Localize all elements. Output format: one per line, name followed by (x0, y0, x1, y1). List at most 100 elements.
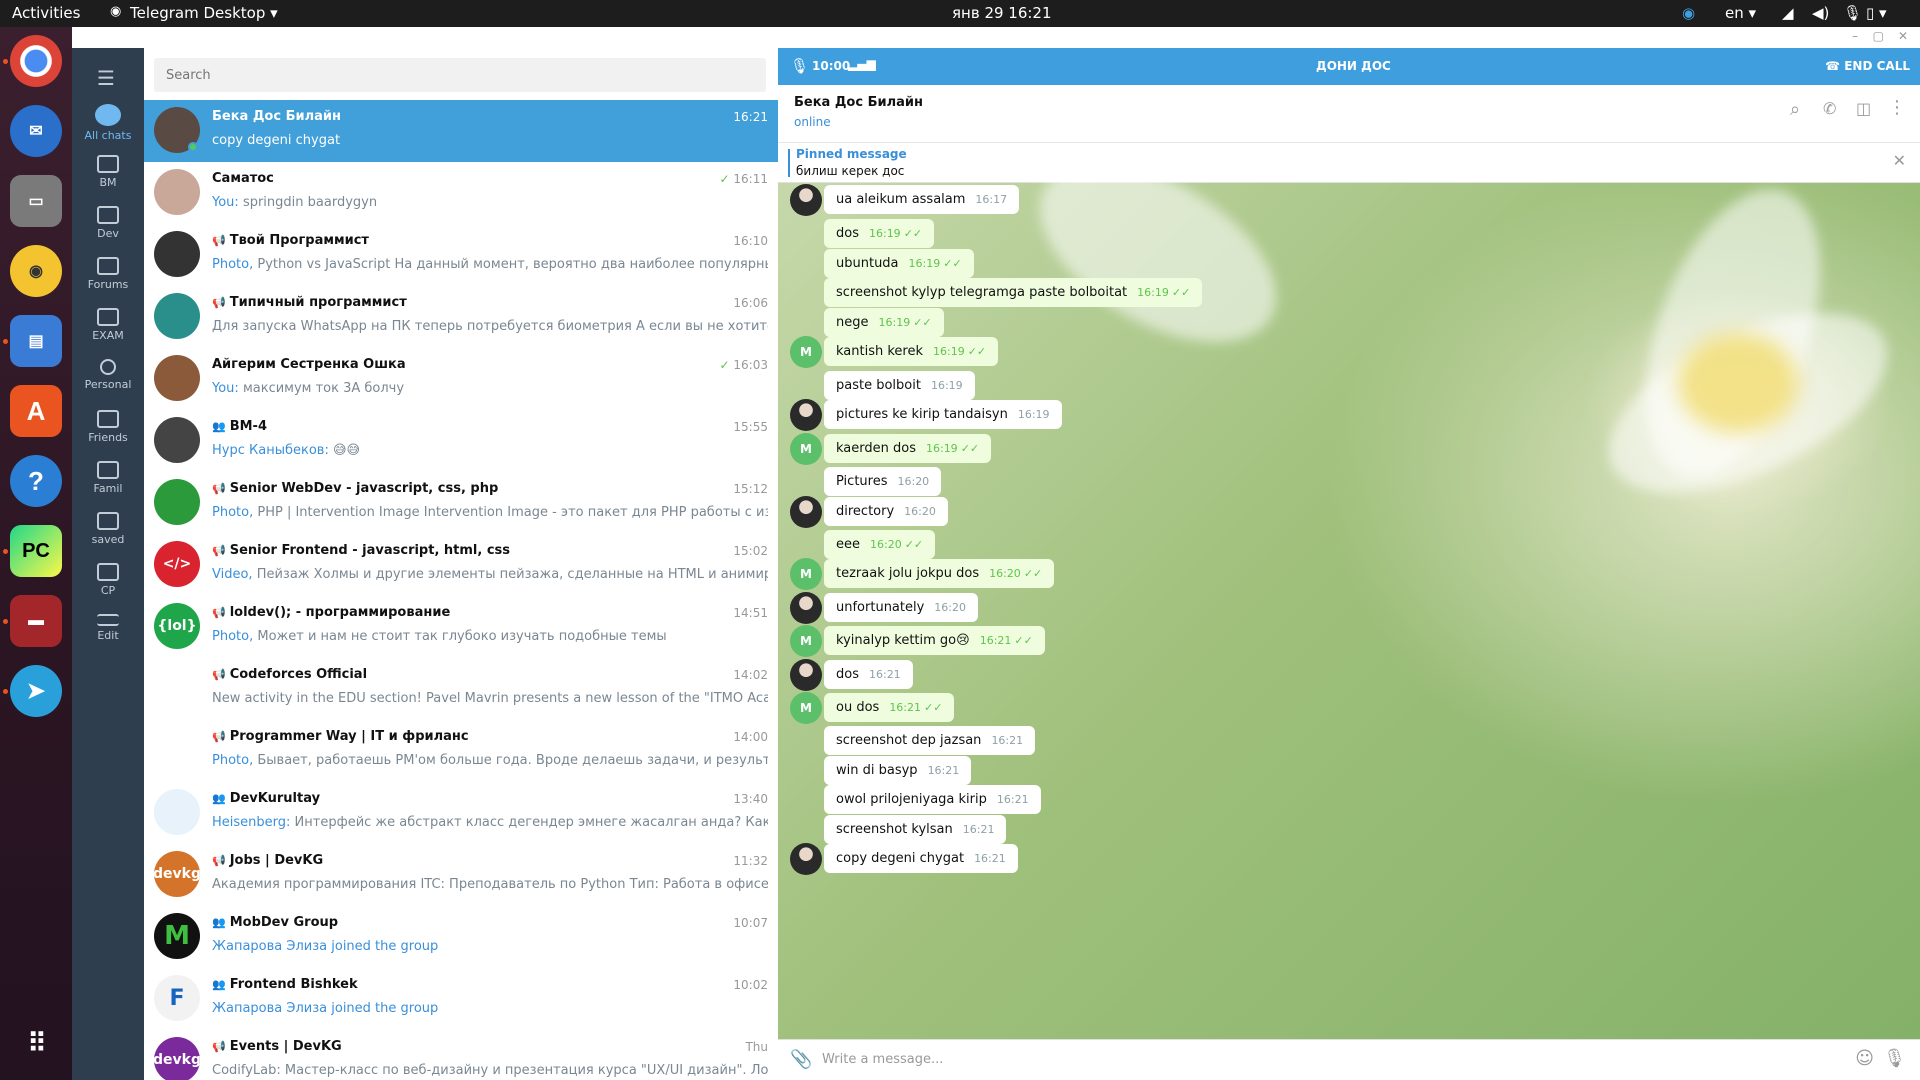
chat-name: Саматос (212, 171, 274, 186)
message-bubble[interactable]: screenshot kylyp telegramga paste bolboi… (824, 278, 1203, 307)
message-bubble[interactable]: win di basyp 16:21 (824, 756, 972, 785)
wifi-icon[interactable]: ◢ (1782, 4, 1794, 22)
message-bubble[interactable]: owol prilojeniyaga kirip 16:21 (824, 785, 1041, 814)
writer-icon[interactable]: ▤ (10, 315, 62, 367)
folder-tab-saved[interactable]: saved (72, 512, 144, 546)
rhythmbox-icon[interactable]: ◉ (10, 245, 62, 297)
folder-tab-friends[interactable]: Friends (72, 410, 144, 444)
chat-row[interactable]: 📢 Senior WebDev - javascript, css, php 15:… (144, 472, 778, 534)
chrome-icon[interactable] (10, 35, 62, 87)
clock[interactable]: янв 29 16:21 (952, 4, 1052, 22)
sender-avatar[interactable] (790, 659, 822, 691)
sender-avatar[interactable]: M (790, 336, 822, 368)
chat-row[interactable]: 👥 DevKurultay 13:40 Heisenberg: Интерфейс ж… (144, 782, 778, 844)
sender-avatar[interactable]: M (790, 433, 822, 465)
message-bubble[interactable]: copy degeni chygat 16:21 (824, 844, 1018, 873)
software-center-icon[interactable]: A (10, 385, 62, 437)
chat-row[interactable]: 👥 BM-4 15:55 Нурс Каныбеков: 😅😅 (144, 410, 778, 472)
chat-row[interactable]: M 👥 MobDev Group 10:07 Жапарова Элиза joined… (144, 906, 778, 968)
message-bubble[interactable]: unfortunately 16:20 (824, 593, 978, 622)
chat-row[interactable]: 📢 Codeforces Official 14:02 New activity i… (144, 658, 778, 720)
show-applications-icon[interactable]: ⠿ (10, 1017, 62, 1069)
files-icon[interactable]: ▭ (10, 175, 62, 227)
chat-row[interactable]: Бека Дос Билайн 16:21 copy degeni chygat (144, 100, 778, 162)
sender-avatar[interactable] (790, 496, 822, 528)
language-selector[interactable]: en ▾ (1725, 4, 1756, 22)
chat-row[interactable]: {lol} 📢 loldev(); - программирование 14:51 P… (144, 596, 778, 658)
sender-avatar[interactable] (790, 592, 822, 624)
message-bubble[interactable]: kyinalyp kettim go😢 16:21 ✓✓ (824, 626, 1045, 655)
pycharm-icon[interactable]: PC (10, 525, 62, 577)
message-input[interactable]: Write a message... (822, 1052, 943, 1067)
folder-tab-forums[interactable]: Forums (72, 257, 144, 291)
message-bubble[interactable]: dos 16:19 ✓✓ (824, 219, 935, 248)
minimize-button[interactable]: – (1852, 29, 1858, 43)
folder-tab-dev[interactable]: Dev (72, 206, 144, 240)
message-bubble[interactable]: kantish kerek 16:19 ✓✓ (824, 337, 999, 366)
message-bubble[interactable]: kaerden dos 16:19 ✓✓ (824, 434, 992, 463)
sender-avatar[interactable]: M (790, 558, 822, 590)
message-bubble[interactable]: ubuntuda 16:19 ✓✓ (824, 249, 974, 278)
folder-tab-personal[interactable]: Personal (72, 359, 144, 391)
message-bubble[interactable]: screenshot kylsan 16:21 (824, 815, 1007, 844)
folder-tab-edit[interactable]: Edit (72, 614, 144, 642)
folder-tab-cp[interactable]: CP (72, 563, 144, 597)
close-button[interactable]: ✕ (1898, 29, 1908, 43)
telegram-icon[interactable]: ➤ (10, 665, 62, 717)
message-bubble[interactable]: screenshot dep jazsan 16:21 (824, 726, 1036, 755)
search-icon[interactable]: ⌕ (1790, 99, 1800, 120)
screen-recorder-icon[interactable]: ▬ (10, 595, 62, 647)
telegram-indicator-icon[interactable]: ◉ (1682, 4, 1695, 22)
help-icon[interactable]: ? (10, 455, 62, 507)
message-bubble[interactable]: eee 16:20 ✓✓ (824, 530, 936, 559)
chat-row[interactable]: devkg 📢 Jobs | DevKG 11:32 Академия програм… (144, 844, 778, 906)
chat-row[interactable]: </> 📢 Senior Frontend - javascript, html, … (144, 534, 778, 596)
voice-record-icon[interactable]: 🎙 (1883, 1048, 1906, 1069)
attach-icon[interactable]: 📎 (790, 1049, 812, 1070)
maximize-button[interactable]: ▢ (1873, 29, 1884, 43)
hamburger-menu-icon[interactable]: ☰ (97, 66, 119, 90)
sender-avatar[interactable] (790, 843, 822, 875)
app-menu-button[interactable]: Telegram Desktop ▾ (130, 4, 278, 22)
search-input[interactable] (154, 58, 766, 92)
sender-avatar[interactable]: M (790, 692, 822, 724)
thunderbird-icon[interactable]: ✉ (10, 105, 62, 157)
close-icon[interactable]: ✕ (1893, 151, 1906, 170)
chat-title[interactable]: Бека Дос Билайн (794, 95, 923, 110)
sender-avatar[interactable]: M (790, 625, 822, 657)
chat-row[interactable]: F 👥 Frontend Bishkek 10:02 Жапарова Элиза jo… (144, 968, 778, 1030)
volume-icon[interactable]: ◀) (1812, 4, 1829, 22)
call-icon[interactable]: ✆ (1823, 99, 1836, 118)
microphone-icon[interactable]: 🎙 (1843, 4, 1862, 22)
message-bubble[interactable]: dos 16:21 (824, 660, 913, 689)
chat-row[interactable]: 📢 Твой Программист 16:10 Photo, Python vs J… (144, 224, 778, 286)
chat-row[interactable]: devkg 📢 Events | DevKG Thu CodifyLab: Масте… (144, 1030, 778, 1080)
active-call-bar[interactable]: 🎙 10:00 ▂▄▆ ДОНИ ДОС ☎ END CALL (778, 48, 1920, 85)
pinned-message-bar[interactable]: Pinned message билиш керек дос ✕ (778, 143, 1920, 183)
sender-avatar[interactable] (790, 399, 822, 431)
message-bubble[interactable]: paste bolboit 16:19 (824, 371, 975, 400)
message-bubble[interactable]: directory 16:20 (824, 497, 948, 526)
folder-tab-all-chats[interactable]: All chats (72, 104, 144, 142)
emoji-icon[interactable]: ☺ (1855, 1048, 1874, 1069)
end-call-button[interactable]: ☎ END CALL (1825, 59, 1910, 73)
message-bubble[interactable]: pictures ke kirip tandaisyn 16:19 (824, 400, 1062, 429)
more-menu-icon[interactable]: ⋮ (1888, 97, 1906, 118)
message-bubble[interactable]: ua aleikum assalam 16:17 (824, 185, 1020, 214)
folder-tab-exam[interactable]: EXAM (72, 308, 144, 342)
sender-avatar[interactable] (790, 184, 822, 216)
folder-tab-bm[interactable]: BM (72, 155, 144, 189)
folder-tab-famil[interactable]: Famil (72, 461, 144, 495)
message-bubble[interactable]: Pictures 16:20 (824, 467, 942, 496)
chat-row[interactable]: 📢 Programmer Way | IT и фриланс 14:00 Photo… (144, 720, 778, 782)
chat-row[interactable]: Саматос ✓ 16:11 You: springdin baardygyn (144, 162, 778, 224)
microphone-icon[interactable]: 🎙 (790, 57, 809, 75)
activities-button[interactable]: Activities (12, 4, 80, 22)
sidebar-toggle-icon[interactable]: ◫ (1856, 99, 1871, 118)
message-bubble[interactable]: tezraak jolu jokpu dos 16:20 ✓✓ (824, 559, 1055, 588)
chat-row[interactable]: Айгерим Сестренка Ошка ✓ 16:03 You: максим… (144, 348, 778, 410)
message-bubble[interactable]: ou dos 16:21 ✓✓ (824, 693, 955, 722)
message-bubble[interactable]: nege 16:19 ✓✓ (824, 308, 944, 337)
battery-icon[interactable]: ▯ ▾ (1866, 4, 1887, 22)
chat-row[interactable]: 📢 Типичный программист 16:06 Для запуска W… (144, 286, 778, 348)
